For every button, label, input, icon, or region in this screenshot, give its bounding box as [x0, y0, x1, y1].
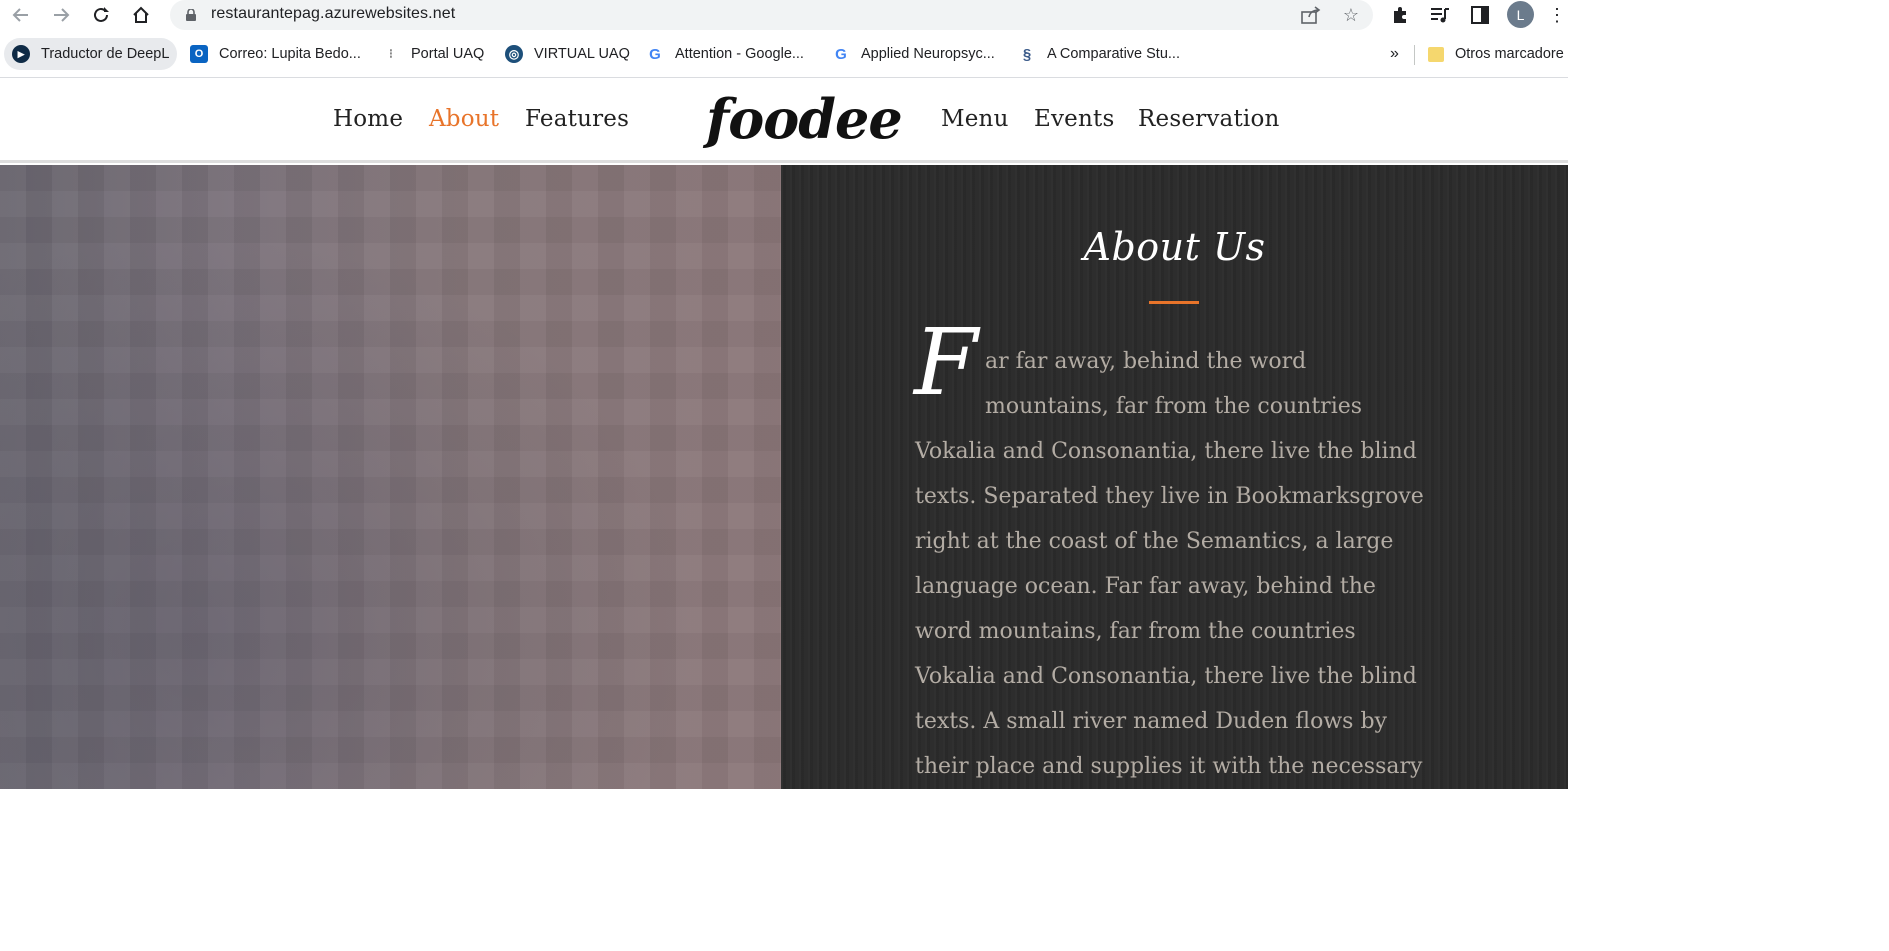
dna-icon: § [1022, 45, 1032, 63]
bookmarks-bar: ▸ Traductor de DeepL O Correo: Lupita Be… [0, 36, 1568, 72]
lock-icon[interactable] [186, 8, 196, 21]
reload-icon[interactable] [88, 3, 114, 27]
url-text[interactable]: restaurantepag.azurewebsites.net [211, 5, 455, 23]
bookmark-label: Attention - Google... [675, 46, 804, 62]
title-divider [1149, 301, 1199, 304]
nav-menu[interactable]: Menu [941, 106, 1009, 132]
nav-reservation[interactable]: Reservation [1138, 106, 1280, 132]
site-navbar: Home About Features foodee Menu Events R… [0, 82, 1568, 163]
bookmarks-separator [1414, 45, 1415, 65]
bookmark-deepl[interactable]: ▸ Traductor de DeepL [4, 38, 178, 70]
bookmark-label: Traductor de DeepL [41, 46, 170, 62]
bookmark-portal-uaq[interactable]: ⁝ Portal UAQ [382, 38, 484, 70]
chrome-divider [0, 77, 1568, 78]
browser-toolbar: restaurantepag.azurewebsites.net ☆ L ⋮ [0, 0, 1568, 30]
profile-avatar[interactable]: L [1507, 1, 1534, 28]
bookmark-comparative-study[interactable]: § A Comparative Stu... [1018, 38, 1180, 70]
deepl-icon: ▸ [12, 45, 30, 63]
back-arrow-icon[interactable] [8, 3, 34, 27]
bookmark-virtual-uaq[interactable]: ◎ VIRTUAL UAQ [505, 38, 630, 70]
bookmark-label: Portal UAQ [411, 46, 485, 62]
google-icon: G [835, 45, 847, 63]
bookmark-label: Correo: Lupita Bedo... [219, 46, 361, 62]
about-section: About Us F ar far away, behind the word … [781, 165, 1568, 789]
about-title: About Us [1083, 225, 1266, 269]
media-queue-icon[interactable] [1428, 4, 1452, 26]
about-image [0, 165, 781, 789]
globe-icon: ◎ [505, 45, 523, 63]
nav-features[interactable]: Features [525, 106, 629, 132]
other-bookmarks-label: Otros marcadore [1455, 46, 1564, 62]
bookmark-label: VIRTUAL UAQ [534, 46, 630, 62]
other-bookmarks-folder[interactable]: Otros marcadore [1428, 38, 1564, 70]
bookmarks-overflow-button[interactable]: » [1390, 38, 1399, 70]
bookmark-attention[interactable]: G Attention - Google... [646, 38, 804, 70]
portal-icon: ⁝ [388, 46, 394, 61]
site-logo[interactable]: foodee [706, 87, 903, 151]
more-menu-icon[interactable]: ⋮ [1548, 4, 1566, 26]
about-paragraph: ar far away, behind the word mountains, … [915, 339, 1435, 789]
nav-home[interactable]: Home [333, 106, 403, 132]
bookmark-label: Applied Neuropsyc... [861, 46, 995, 62]
side-panel-icon[interactable] [1468, 4, 1492, 26]
nav-about[interactable]: About [429, 106, 499, 132]
image-shade [0, 165, 781, 789]
google-icon: G [649, 45, 661, 63]
about-text: ar far away, behind the word mountains, … [915, 349, 1424, 779]
forward-arrow-icon[interactable] [48, 3, 74, 27]
bookmark-label: A Comparative Stu... [1047, 46, 1180, 62]
dropcap-spacer [915, 339, 985, 425]
nav-events[interactable]: Events [1034, 106, 1114, 132]
bookmark-outlook[interactable]: O Correo: Lupita Bedo... [190, 38, 361, 70]
outlook-icon: O [190, 45, 208, 63]
folder-icon [1428, 46, 1444, 62]
extensions-icon[interactable] [1389, 4, 1413, 26]
bookmark-applied-neuropsyc[interactable]: G Applied Neuropsyc... [832, 38, 995, 70]
share-icon[interactable] [1300, 5, 1322, 25]
star-icon[interactable]: ☆ [1340, 5, 1362, 25]
home-icon[interactable] [128, 3, 154, 27]
